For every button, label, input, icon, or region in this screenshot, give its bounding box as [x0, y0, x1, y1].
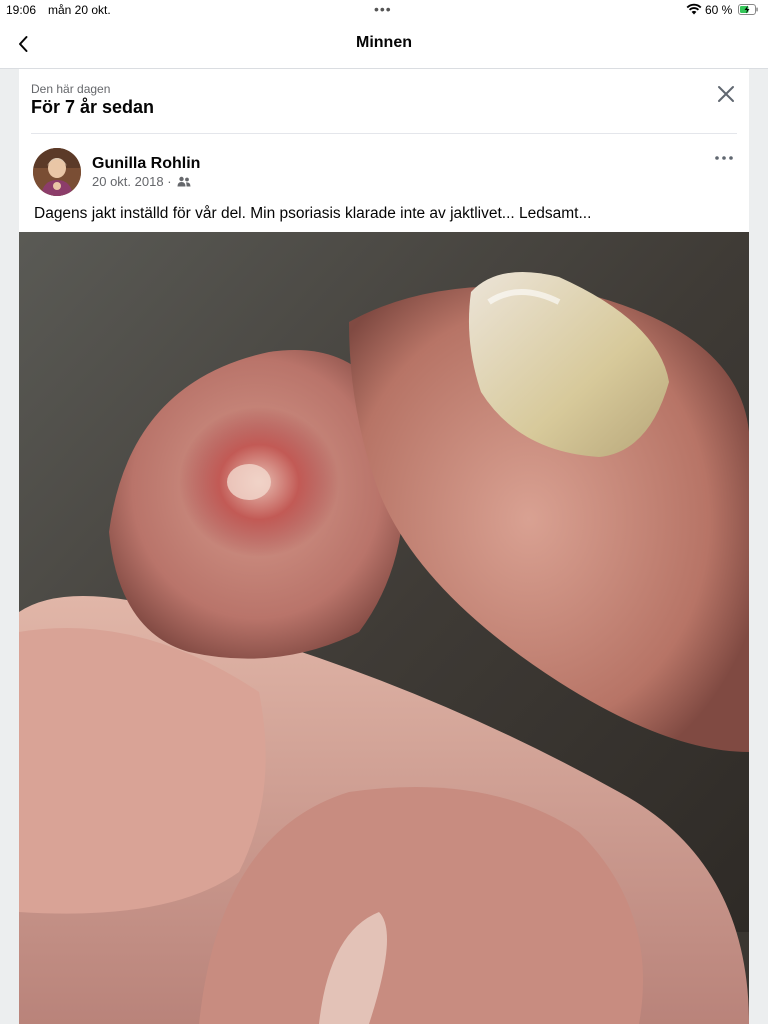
- friends-icon: [177, 176, 191, 187]
- post-meta: 20 okt. 2018 ·: [92, 174, 191, 189]
- post-photo[interactable]: [19, 232, 749, 1024]
- memory-header: Den här dagen För 7 år sedan: [19, 69, 749, 133]
- post-date[interactable]: 20 okt. 2018: [92, 174, 164, 189]
- multitask-dots-icon[interactable]: •••: [374, 1, 392, 17]
- nav-bar: Minnen: [0, 20, 768, 69]
- author-name[interactable]: Gunilla Rohlin: [92, 155, 200, 173]
- memory-card: Den här dagen För 7 år sedan Gunilla Roh…: [19, 69, 749, 1024]
- avatar-image: [33, 148, 81, 196]
- wifi-icon: [686, 3, 702, 15]
- meta-separator: ·: [167, 174, 172, 189]
- memory-heading: För 7 år sedan: [31, 97, 155, 117]
- battery-percent: 60 %: [705, 3, 733, 17]
- post-header: Gunilla Rohlin 20 okt. 2018 ·: [19, 134, 749, 196]
- more-dots-icon[interactable]: [713, 152, 735, 164]
- close-icon[interactable]: [714, 82, 738, 106]
- avatar[interactable]: [33, 148, 81, 196]
- status-bar: 19:06 mån 20 okt. ••• 60 %: [0, 0, 768, 20]
- page-title: Minnen: [356, 34, 412, 51]
- status-date: mån 20 okt.: [48, 3, 111, 17]
- post-text: Dagens jakt inställd för vår del. Min ps…: [34, 205, 592, 222]
- status-time: 19:06: [6, 3, 37, 17]
- memory-eyebrow: Den här dagen: [31, 82, 111, 96]
- battery-charging-icon: [738, 4, 758, 15]
